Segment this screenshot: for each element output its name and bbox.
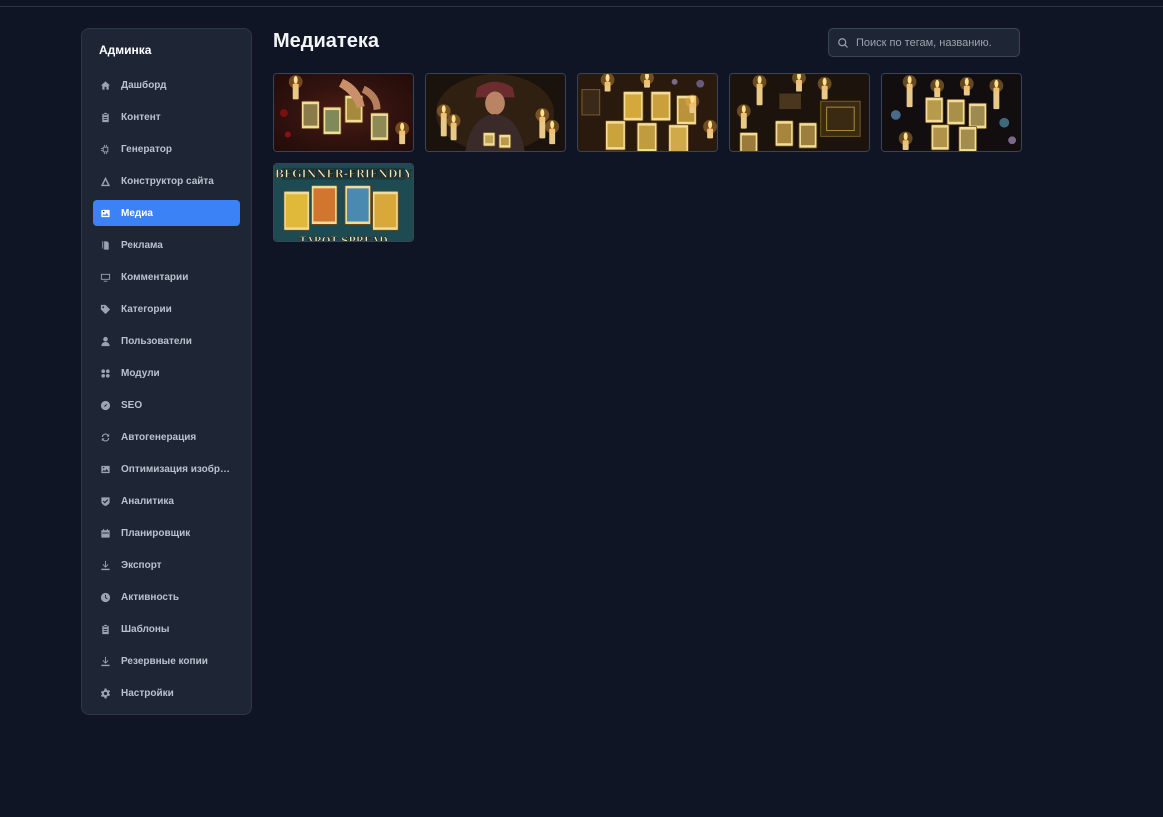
sidebar-item[interactable]: Экспорт bbox=[93, 552, 240, 578]
sidebar-title: Админка bbox=[99, 43, 152, 57]
sidebar-item-label: Модули bbox=[121, 367, 160, 379]
sidebar-nav: Дашборд Контент Генератор Конструктор сайта… bbox=[93, 72, 240, 706]
sidebar-item-label: Медиа bbox=[121, 207, 153, 219]
sidebar-item-label: Контент bbox=[121, 111, 161, 123]
media-grid: BEGINNER-FRIENDLY TAROT SPREAD bbox=[273, 73, 1022, 242]
media-image bbox=[578, 74, 717, 151]
user-icon bbox=[99, 335, 111, 347]
home-icon bbox=[99, 79, 111, 91]
sidebar-item[interactable]: Комментарии bbox=[93, 264, 240, 290]
compass-icon bbox=[99, 399, 111, 411]
search-input[interactable] bbox=[856, 36, 1016, 49]
sidebar-item-label: Автогенерация bbox=[121, 431, 197, 443]
shield-check-icon bbox=[99, 495, 111, 507]
sidebar-item[interactable]: Планировщик bbox=[93, 520, 240, 546]
sidebar-item[interactable]: Автогенерация bbox=[93, 424, 240, 450]
sidebar-item-label: Экспорт bbox=[121, 559, 162, 571]
page-title: Медиатека bbox=[273, 30, 379, 52]
tag-icon bbox=[99, 303, 111, 315]
sidebar-item-label: Дашборд bbox=[121, 79, 167, 91]
media-image bbox=[426, 74, 565, 151]
sidebar-item[interactable]: Шаблоны bbox=[93, 616, 240, 642]
media-thumbnail[interactable] bbox=[577, 73, 718, 152]
download-icon bbox=[99, 655, 111, 667]
clock-icon bbox=[99, 591, 111, 603]
media-image bbox=[730, 74, 869, 151]
sidebar-item[interactable]: Оптимизация изобра... bbox=[93, 456, 240, 482]
sidebar-item[interactable]: Реклама bbox=[93, 232, 240, 258]
clipboard-icon bbox=[99, 111, 111, 123]
sidebar-item-label: Конструктор сайта bbox=[121, 175, 214, 187]
triangle-icon bbox=[99, 175, 111, 187]
media-image bbox=[882, 74, 1021, 151]
sidebar-item-label: Резервные копии bbox=[121, 655, 208, 667]
sidebar-item[interactable]: Активность bbox=[93, 584, 240, 610]
download-icon bbox=[99, 559, 111, 571]
media-thumbnail[interactable]: BEGINNER-FRIENDLY TAROT SPREAD bbox=[273, 163, 414, 242]
book-icon bbox=[99, 239, 111, 251]
sidebar-item-label: Оптимизация изобра... bbox=[121, 463, 233, 475]
sidebar-item-label: Аналитика bbox=[121, 495, 174, 507]
media-thumbnail[interactable] bbox=[273, 73, 414, 152]
sidebar-item-label: Настройки bbox=[121, 687, 174, 699]
clipboard-icon bbox=[99, 623, 111, 635]
sidebar-item[interactable]: Резервные копии bbox=[93, 648, 240, 674]
sidebar-item[interactable]: Медиа bbox=[93, 200, 240, 226]
sidebar-item-label: Генератор bbox=[121, 143, 172, 155]
search-icon bbox=[838, 37, 848, 48]
sidebar-item[interactable]: Аналитика bbox=[93, 488, 240, 514]
monitor-icon bbox=[99, 271, 111, 283]
sidebar-item[interactable]: Генератор bbox=[93, 136, 240, 162]
image-icon bbox=[99, 207, 111, 219]
sidebar-item[interactable]: SEO bbox=[93, 392, 240, 418]
search-box[interactable] bbox=[828, 28, 1020, 57]
image-icon bbox=[99, 463, 111, 475]
sidebar-item-label: Пользователи bbox=[121, 335, 192, 347]
sidebar-item-label: Планировщик bbox=[121, 527, 191, 539]
calendar-icon bbox=[99, 527, 111, 539]
media-image: BEGINNER-FRIENDLY TAROT SPREAD bbox=[274, 164, 413, 241]
sidebar-item[interactable]: Конструктор сайта bbox=[93, 168, 240, 194]
sidebar-item-label: Комментарии bbox=[121, 271, 189, 283]
media-text-top: BEGINNER-FRIENDLY bbox=[275, 168, 412, 181]
media-thumbnail[interactable] bbox=[425, 73, 566, 152]
media-thumbnail[interactable] bbox=[729, 73, 870, 152]
sidebar-item-label: Категории bbox=[121, 303, 172, 315]
refresh-icon bbox=[99, 431, 111, 443]
sidebar-item-label: Шаблоны bbox=[121, 623, 170, 635]
chip-icon bbox=[99, 143, 111, 155]
media-text-bottom: TAROT SPREAD bbox=[299, 236, 388, 241]
sidebar-item[interactable]: Пользователи bbox=[93, 328, 240, 354]
sidebar-item[interactable]: Настройки bbox=[93, 680, 240, 706]
sidebar-item-label: SEO bbox=[121, 399, 143, 411]
grid-icon bbox=[99, 367, 111, 379]
sidebar-item-label: Активность bbox=[121, 591, 180, 603]
gear-icon bbox=[99, 687, 111, 699]
top-border bbox=[0, 0, 1163, 7]
sidebar: Админка Дашборд Контент Генератор Конструкт… bbox=[81, 28, 252, 715]
sidebar-item[interactable]: Модули bbox=[93, 360, 240, 386]
sidebar-item[interactable]: Категории bbox=[93, 296, 240, 322]
sidebar-item[interactable]: Дашборд bbox=[93, 72, 240, 98]
media-image bbox=[274, 74, 413, 151]
sidebar-item-label: Реклама bbox=[121, 239, 163, 251]
media-thumbnail[interactable] bbox=[881, 73, 1022, 152]
sidebar-item[interactable]: Контент bbox=[93, 104, 240, 130]
